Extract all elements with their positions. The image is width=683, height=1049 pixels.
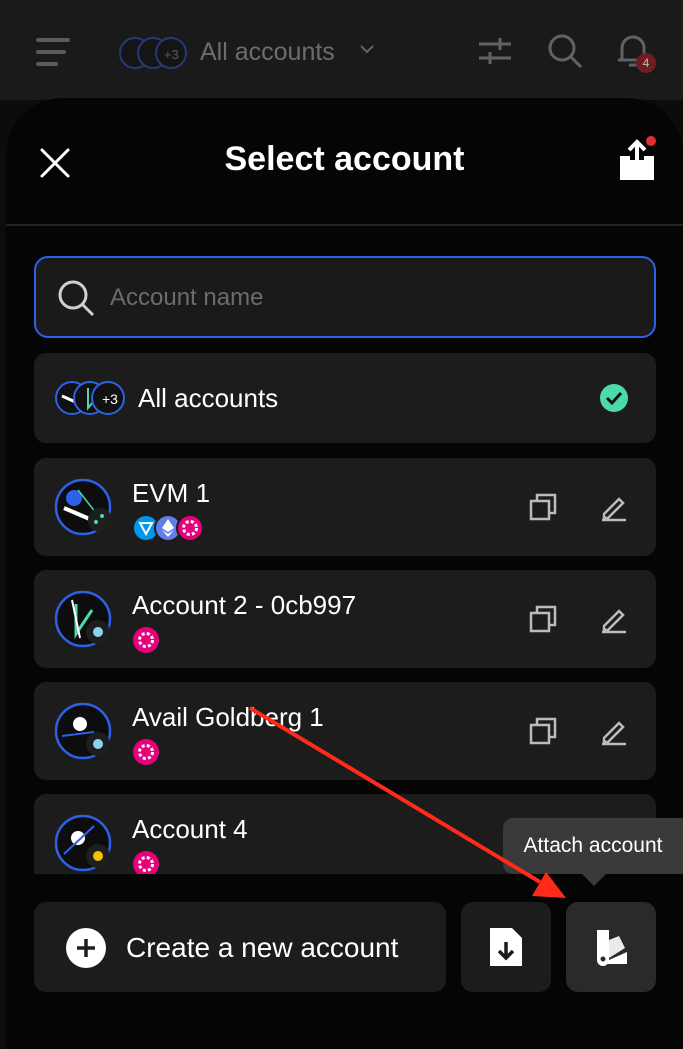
edit-icon[interactable] [599,604,629,634]
create-account-label: Create a new account [126,932,399,963]
account-list[interactable]: EVM 1 Account 2 - 0cb997 Avail Goldberg … [6,448,683,874]
account-avatar [54,590,112,648]
account-row[interactable]: Avail Goldberg 1 [34,682,656,780]
tooltip-arrow [582,874,606,886]
file-download-icon [490,928,522,966]
account-row[interactable]: EVM 1 [34,458,656,556]
all-accounts-row[interactable]: +3 All accounts [34,353,656,443]
account-name: Account 2 - 0cb997 [132,590,357,620]
plus-circle-icon [66,928,106,968]
polkadot-icon [133,627,159,653]
edit-icon[interactable] [599,492,629,522]
account-name-input[interactable] [110,272,630,324]
edit-icon[interactable] [599,716,629,746]
filter-icon[interactable] [476,32,514,70]
search-box[interactable] [34,256,656,338]
chevron-down-icon[interactable] [358,40,376,58]
account-avatars-icon: +3 [55,381,125,415]
polkadot-icon [133,851,159,874]
menu-icon[interactable] [36,38,70,66]
app-top-bar: +3 All accounts 4 [0,0,683,100]
polkadot-icon [176,514,204,542]
chain-badges [132,514,204,542]
account-avatars-icon: +3 [119,37,187,69]
account-name: EVM 1 [132,478,211,508]
account-avatar [54,814,112,872]
account-row[interactable]: Account 2 - 0cb997 [34,570,656,668]
notification-badge: 4 [636,53,656,73]
account-name: Account 4 [132,814,248,844]
modal-header: Select account [6,98,683,226]
account-avatar [54,702,112,760]
attach-account-button[interactable] [566,902,656,992]
account-name: Avail Goldberg 1 [132,702,324,732]
modal-title: Select account [224,140,465,178]
current-account-title[interactable]: All accounts [200,38,335,67]
polkadot-icon [133,739,159,765]
attach-account-tooltip: Attach account [503,818,683,874]
check-circle-icon [600,384,628,412]
create-account-button[interactable]: Create a new account [34,902,446,992]
avatar-extra-count: +3 [164,47,179,62]
copy-icon[interactable] [528,716,558,746]
swatches-icon [597,930,627,966]
export-indicator-dot [646,136,656,146]
search-icon [58,280,95,317]
import-account-button[interactable] [461,902,551,992]
copy-icon[interactable] [528,492,558,522]
account-avatar [54,478,112,536]
avatar-extra-count: +3 [102,391,118,407]
select-account-modal: Select account +3 All accounts [6,98,683,1049]
search-icon[interactable] [546,32,584,70]
all-accounts-label: All accounts [138,383,279,413]
copy-icon[interactable] [528,604,558,634]
modal-footer: Create a new account [6,874,683,1049]
